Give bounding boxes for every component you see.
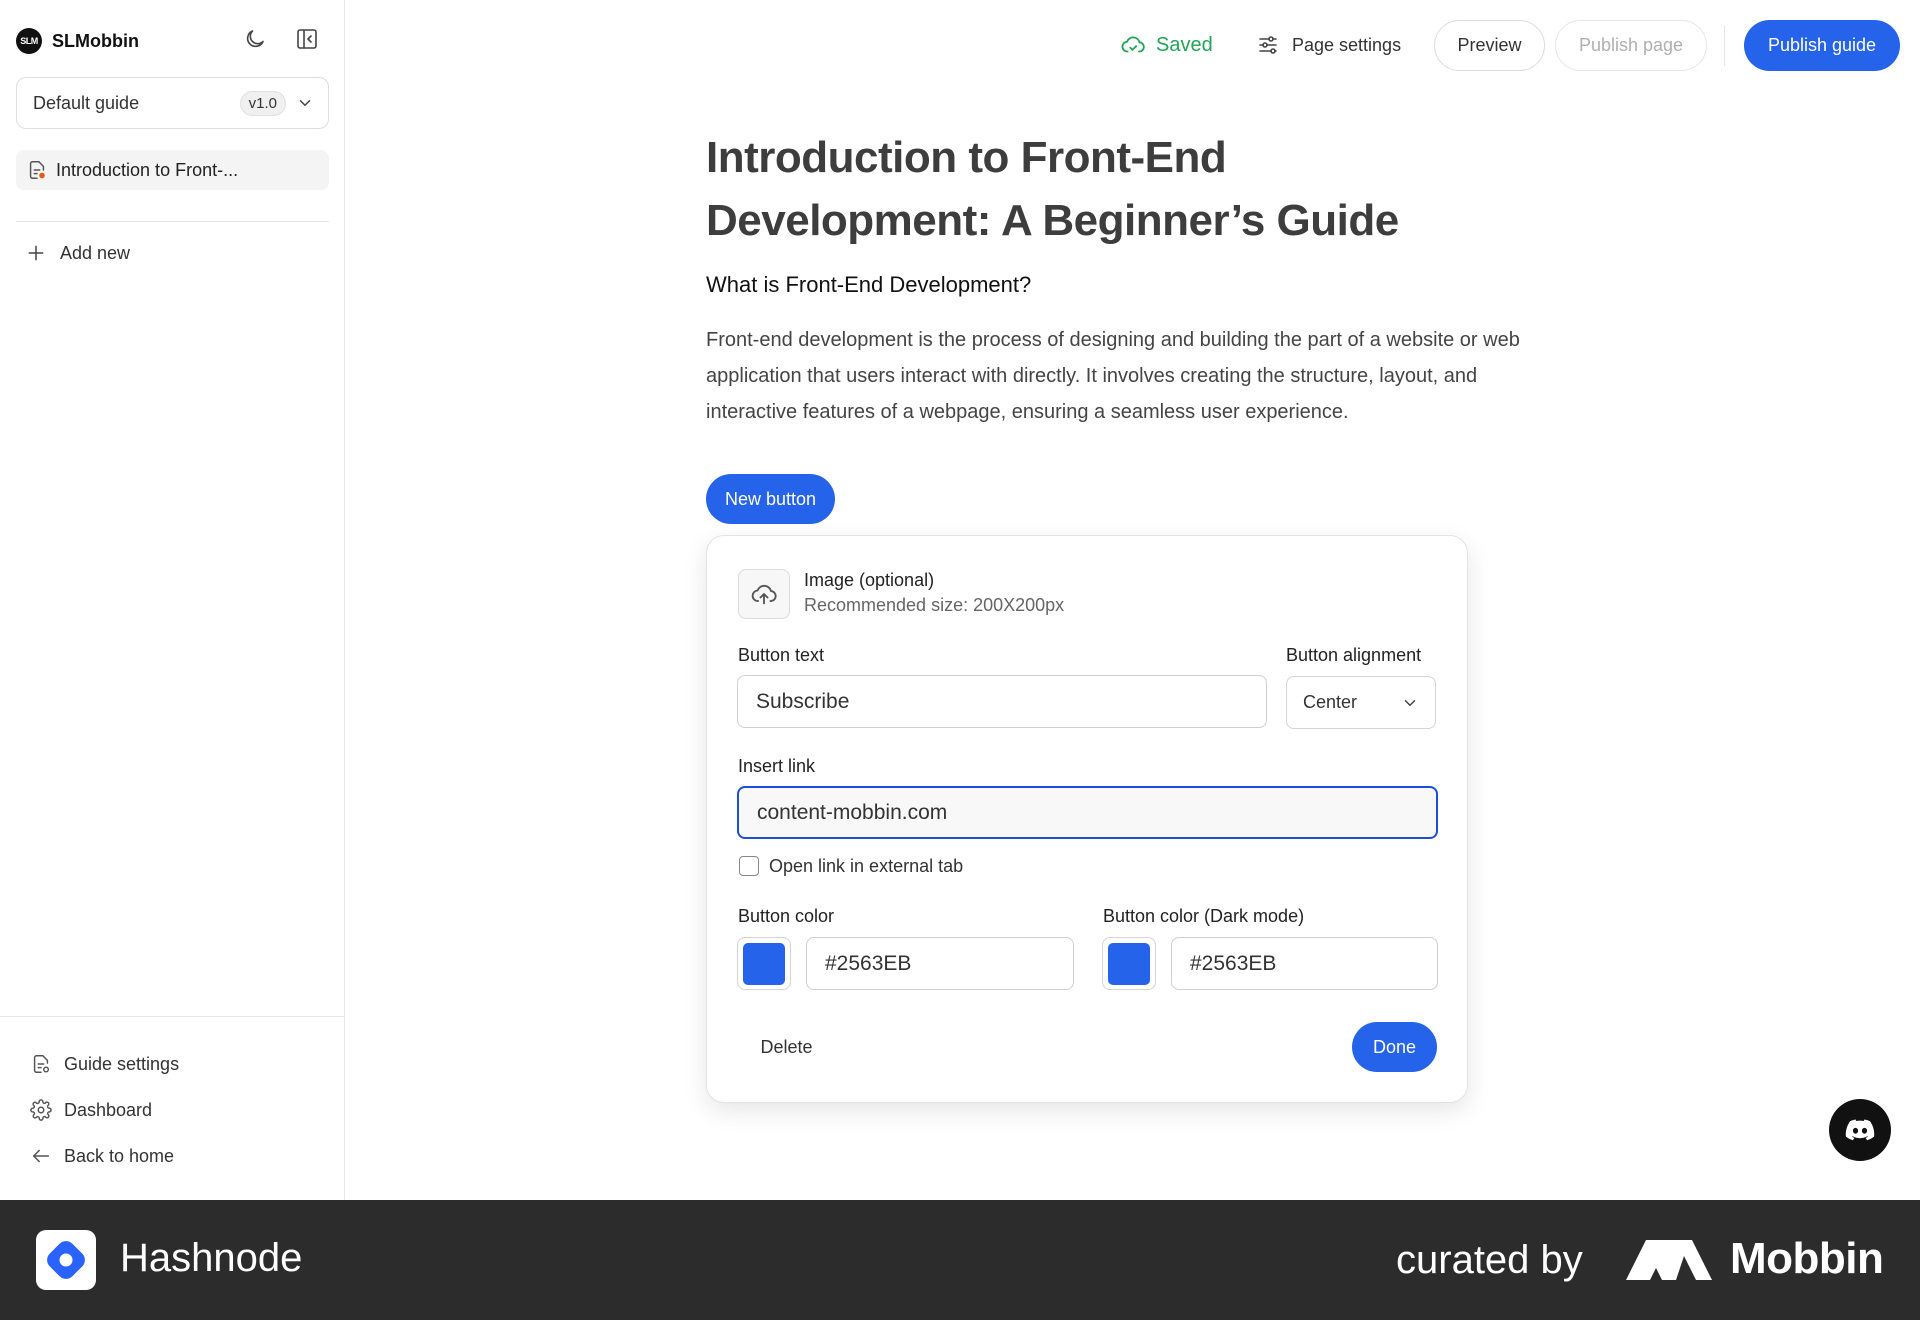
- mobbin-name: Mobbin: [1730, 1234, 1884, 1283]
- button-color-label: Button color: [738, 906, 835, 926]
- collapse-sidebar-icon[interactable]: [292, 24, 322, 54]
- back-home-label: Back to home: [64, 1145, 175, 1166]
- button-color-swatch[interactable]: [737, 937, 791, 990]
- brand-logo: SLM: [16, 28, 42, 54]
- image-hint: Recommended size: 200X200px: [804, 595, 1065, 615]
- page-title[interactable]: Introduction to Front-End Development: A…: [706, 126, 1466, 252]
- page-settings-button[interactable]: Page settings: [1256, 30, 1401, 60]
- saved-label: Saved: [1156, 33, 1213, 56]
- external-tab-label: Open link in external tab: [769, 855, 964, 876]
- insert-link-label: Insert link: [738, 756, 816, 776]
- button-alignment-value: Center: [1303, 692, 1358, 712]
- discord-icon: [1845, 1119, 1875, 1141]
- arrow-left-icon: [32, 1149, 50, 1163]
- hashnode-name: Hashnode: [120, 1236, 303, 1280]
- button-color-dark-input[interactable]: [1171, 937, 1438, 990]
- brand[interactable]: SLM SLMobbin: [16, 26, 139, 56]
- sidebar-item-dashboard[interactable]: Dashboard: [30, 1095, 152, 1125]
- sidebar-top-icons: [240, 24, 322, 54]
- sidebar-divider: [16, 221, 329, 222]
- insert-link-input[interactable]: [737, 786, 1438, 839]
- sidebar-item-guide-settings[interactable]: Guide settings: [30, 1049, 179, 1079]
- publish-page-button[interactable]: Publish page: [1555, 20, 1707, 71]
- button-color-dark-label: Button color (Dark mode): [1103, 906, 1305, 926]
- delete-button[interactable]: Delete: [739, 1022, 834, 1072]
- gear-icon: [30, 1099, 52, 1121]
- moon-icon[interactable]: [240, 24, 270, 54]
- preview-button[interactable]: Preview: [1434, 20, 1545, 71]
- curated-by-label: curated by: [1396, 1238, 1583, 1282]
- hashnode-logo-icon: [36, 1230, 96, 1290]
- version-badge: v1.0: [239, 90, 286, 116]
- cloud-upload-icon: [751, 584, 777, 605]
- page-settings-label: Page settings: [1292, 34, 1402, 55]
- publish-guide-button[interactable]: Publish guide: [1744, 20, 1900, 71]
- guide-settings-icon: [33, 1055, 50, 1073]
- dashboard-label: Dashboard: [64, 1099, 153, 1120]
- document-icon: [29, 161, 45, 179]
- sidebar-page-item[interactable]: Introduction to Front-...: [16, 150, 329, 190]
- guide-select[interactable]: Default guide v1.0: [16, 77, 329, 129]
- sidebar-bottom: Guide settings Dashboard Back to home: [0, 1016, 345, 1200]
- external-tab-checkbox[interactable]: [739, 856, 759, 876]
- brand-name: SLMobbin: [52, 30, 139, 51]
- new-button[interactable]: New button: [706, 474, 835, 524]
- button-text-label: Button text: [738, 645, 825, 665]
- body-paragraph[interactable]: Front-end development is the process of …: [706, 322, 1566, 430]
- done-button[interactable]: Done: [1352, 1022, 1437, 1072]
- button-color-dark-swatch-fill: [1108, 942, 1150, 985]
- image-upload-button[interactable]: [738, 569, 790, 619]
- guide-select-value: Default guide: [33, 92, 140, 113]
- plus-icon: [28, 245, 44, 261]
- cloud-check-icon: [1121, 36, 1145, 53]
- sidebar-page-label: Introduction to Front-...: [56, 159, 239, 180]
- discord-button[interactable]: [1829, 1099, 1891, 1161]
- external-tab-option[interactable]: Open link in external tab: [739, 854, 963, 878]
- add-new-label: Add new: [60, 242, 131, 263]
- chevron-down-icon: [1404, 699, 1416, 706]
- button-color-swatch-fill: [743, 942, 785, 985]
- sliders-icon: [1259, 36, 1277, 54]
- guide-settings-label: Guide settings: [64, 1053, 180, 1074]
- chevron-down-icon: [299, 100, 311, 106]
- button-alignment-label: Button alignment: [1286, 645, 1422, 665]
- button-text-input[interactable]: [737, 675, 1267, 728]
- button-editor-popover: Image (optional) Recommended size: 200X2…: [706, 535, 1468, 1103]
- button-alignment-select[interactable]: Center: [1286, 676, 1436, 729]
- sidebar: SLM SLMobbin Default guide v1.0 Introduc…: [0, 0, 345, 1200]
- add-new-button[interactable]: Add new: [26, 238, 130, 268]
- saved-status: Saved: [1120, 30, 1213, 60]
- image-title: Image (optional): [804, 570, 935, 590]
- mobbin-logo-icon: [1626, 1240, 1716, 1285]
- section-heading[interactable]: What is Front-End Development?: [706, 272, 1031, 298]
- button-color-input[interactable]: [806, 937, 1074, 990]
- button-color-dark-swatch[interactable]: [1102, 937, 1156, 990]
- sidebar-item-back-home[interactable]: Back to home: [30, 1141, 174, 1171]
- topbar-divider: [1724, 26, 1725, 66]
- footer: Hashnode curated by Mobbin: [0, 1200, 1920, 1320]
